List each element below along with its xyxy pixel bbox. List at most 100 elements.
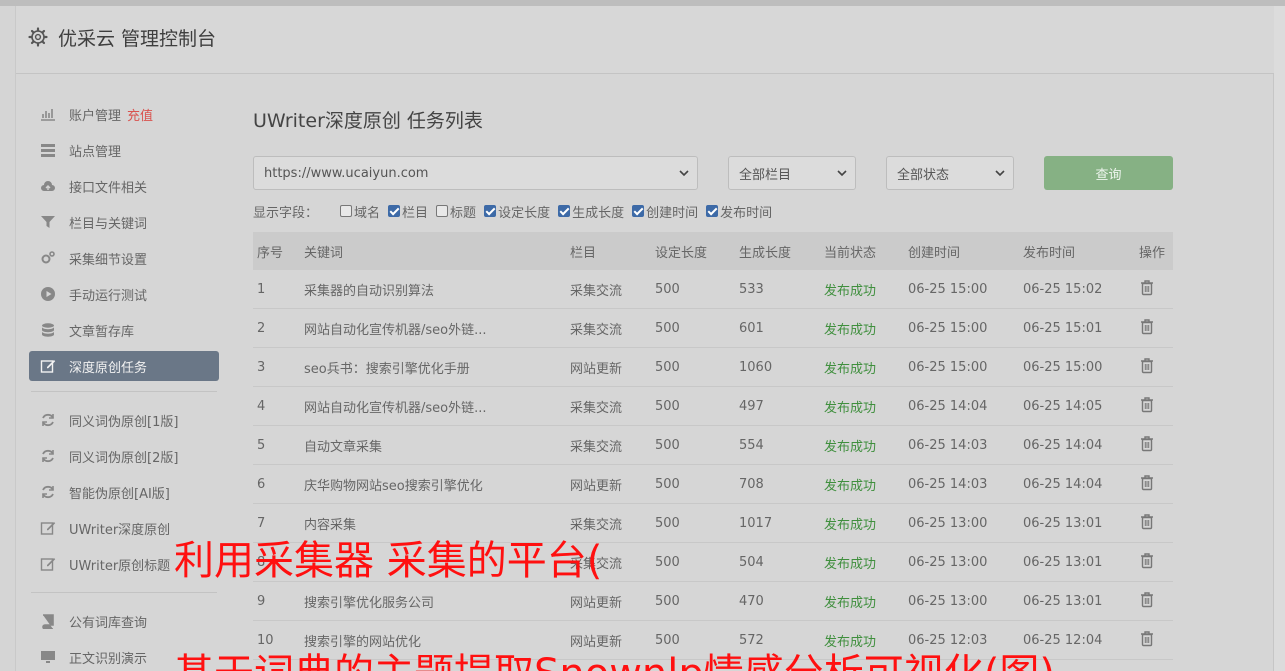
sidebar-item-label: 采集细节设置 — [69, 252, 148, 268]
row-set-length: 500 — [655, 437, 680, 453]
trash-icon[interactable] — [1139, 591, 1155, 608]
field-checkbox-domain[interactable]: 域名 — [340, 202, 380, 221]
field-checkbox-created[interactable]: 创建时间 — [632, 202, 698, 221]
sidebar-item-deep-original-tasks[interactable]: 深度原创任务 — [29, 351, 219, 381]
row-gen-length: 504 — [739, 554, 764, 570]
field-checkbox-gen-length[interactable]: 生成长度 — [558, 202, 624, 221]
task-table: 序号 关键词 栏目 设定长度 生成长度 当前状态 创建时间 发布时间 操作 1 采… — [253, 232, 1173, 660]
row-status: 发布成功 — [824, 361, 877, 377]
column-header: 设定长度 — [655, 245, 708, 261]
row-gen-length: 554 — [739, 437, 764, 453]
row-gen-length: 1060 — [739, 359, 773, 375]
field-checkbox-column[interactable]: 栏目 — [388, 202, 428, 221]
trash-icon[interactable] — [1139, 552, 1155, 569]
field-checkbox-set-length[interactable]: 设定长度 — [484, 202, 550, 221]
status-select[interactable]: 全部状态 — [886, 156, 1014, 190]
row-status: 发布成功 — [824, 595, 877, 611]
checkbox-label: 域名 — [354, 205, 381, 221]
checkbox[interactable] — [436, 205, 449, 217]
row-created-time: 06-25 15:00 — [908, 359, 988, 375]
cloud-upload-icon — [39, 177, 57, 195]
row-actions — [1139, 279, 1173, 300]
trash-icon[interactable] — [1139, 279, 1155, 296]
edit-icon — [39, 555, 57, 573]
row-published-time: 06-25 15:02 — [1023, 281, 1103, 297]
checkbox-label: 栏目 — [402, 205, 429, 221]
trash-icon[interactable] — [1139, 318, 1155, 335]
checkbox-checked[interactable] — [558, 205, 571, 217]
row-created-time: 06-25 14:03 — [908, 476, 988, 492]
recharge-link[interactable]: 充值 — [127, 105, 153, 124]
row-status: 发布成功 — [824, 439, 877, 455]
checkbox-label: 标题 — [450, 205, 477, 221]
field-checkbox-title[interactable]: 标题 — [436, 202, 476, 221]
sidebar-item-synonym-v2[interactable]: 同义词伪原创[2版] — [29, 438, 219, 474]
bar-chart-icon — [39, 105, 57, 123]
sidebar-item-interface-files[interactable]: 接口文件相关 — [29, 168, 219, 204]
table-row: 1 采集器的自动识别算法 采集交流 500 533 发布成功 06-25 15:00 06-2… — [253, 270, 1173, 309]
trash-icon[interactable] — [1139, 513, 1155, 530]
sidebar-item-label: 账户管理 — [69, 108, 122, 124]
row-gen-length: 708 — [739, 476, 764, 492]
row-actions — [1139, 435, 1173, 456]
sidebar-item-synonym-v1[interactable]: 同义词伪原创[1版] — [29, 402, 219, 438]
sidebar-item-label: UWriter原创标题 — [69, 558, 171, 574]
row-actions — [1139, 357, 1173, 378]
checkbox-label: 创建时间 — [646, 205, 699, 221]
sidebar-item-public-lexicon[interactable]: 公有词库查询 — [29, 603, 219, 639]
trash-icon[interactable] — [1139, 435, 1155, 452]
sidebar-item-label: UWriter深度原创 — [69, 522, 171, 538]
site-select[interactable]: https://www.ucaiyun.com — [253, 156, 698, 190]
row-status: 发布成功 — [824, 400, 877, 416]
row-column: 网站更新 — [570, 361, 623, 377]
trash-icon[interactable] — [1139, 357, 1155, 374]
row-index: 4 — [257, 398, 266, 414]
sidebar-item-article-storage[interactable]: 文章暂存库 — [29, 312, 219, 348]
scrollbar-track[interactable] — [1273, 6, 1285, 671]
status-select-value: 全部状态 — [897, 167, 950, 183]
row-created-time: 06-25 14:04 — [908, 398, 988, 414]
sidebar-item-collect-settings[interactable]: 采集细节设置 — [29, 240, 219, 276]
sidebar-item-account[interactable]: 账户管理 充值 — [29, 96, 219, 132]
gears-icon — [39, 249, 57, 267]
query-button[interactable]: 查询 — [1044, 156, 1173, 190]
row-index: 1 — [257, 281, 266, 297]
sidebar-item-sites[interactable]: 站点管理 — [29, 132, 219, 168]
gear-icon — [28, 27, 48, 47]
checkbox-checked[interactable] — [388, 205, 401, 217]
row-column: 网站更新 — [570, 595, 623, 611]
row-set-length: 500 — [655, 320, 680, 336]
row-keyword: 搜索引擎优化服务公司 — [304, 595, 435, 611]
column-select[interactable]: 全部栏目 — [728, 156, 856, 190]
chevron-down-icon — [995, 170, 1005, 177]
trash-icon[interactable] — [1139, 396, 1155, 413]
row-actions — [1139, 630, 1173, 651]
refresh-icon — [39, 483, 57, 501]
checkbox-checked[interactable] — [706, 205, 719, 217]
refresh-icon — [39, 411, 57, 429]
play-circle-icon — [39, 285, 57, 303]
trash-icon[interactable] — [1139, 630, 1155, 647]
display-fields: 显示字段： 域名 栏目 标题 设定长度 生成长度 创建时间 发布时间 — [253, 202, 780, 221]
row-column: 采集交流 — [570, 322, 623, 338]
chevron-down-icon — [837, 170, 847, 177]
edit-icon — [39, 357, 57, 375]
row-published-time: 06-25 14:04 — [1023, 476, 1103, 492]
row-created-time: 06-25 15:00 — [908, 320, 988, 336]
column-header: 序号 — [257, 245, 284, 261]
row-column: 采集交流 — [570, 283, 623, 299]
sidebar-item-ai-rewrite[interactable]: 智能伪原创[AI版] — [29, 474, 219, 510]
row-created-time: 06-25 13:00 — [908, 515, 988, 531]
checkbox-checked[interactable] — [632, 205, 645, 217]
sidebar-item-columns-keywords[interactable]: 栏目与关键词 — [29, 204, 219, 240]
trash-icon[interactable] — [1139, 474, 1155, 491]
sidebar-item-label: 同义词伪原创[1版] — [69, 414, 179, 430]
edit-icon — [39, 519, 57, 537]
row-index: 9 — [257, 593, 266, 609]
checkbox[interactable] — [340, 205, 353, 217]
row-status: 发布成功 — [824, 283, 877, 299]
checkbox-checked[interactable] — [484, 205, 497, 217]
sidebar-item-manual-run[interactable]: 手动运行测试 — [29, 276, 219, 312]
row-set-length: 500 — [655, 593, 680, 609]
field-checkbox-published[interactable]: 发布时间 — [706, 202, 772, 221]
